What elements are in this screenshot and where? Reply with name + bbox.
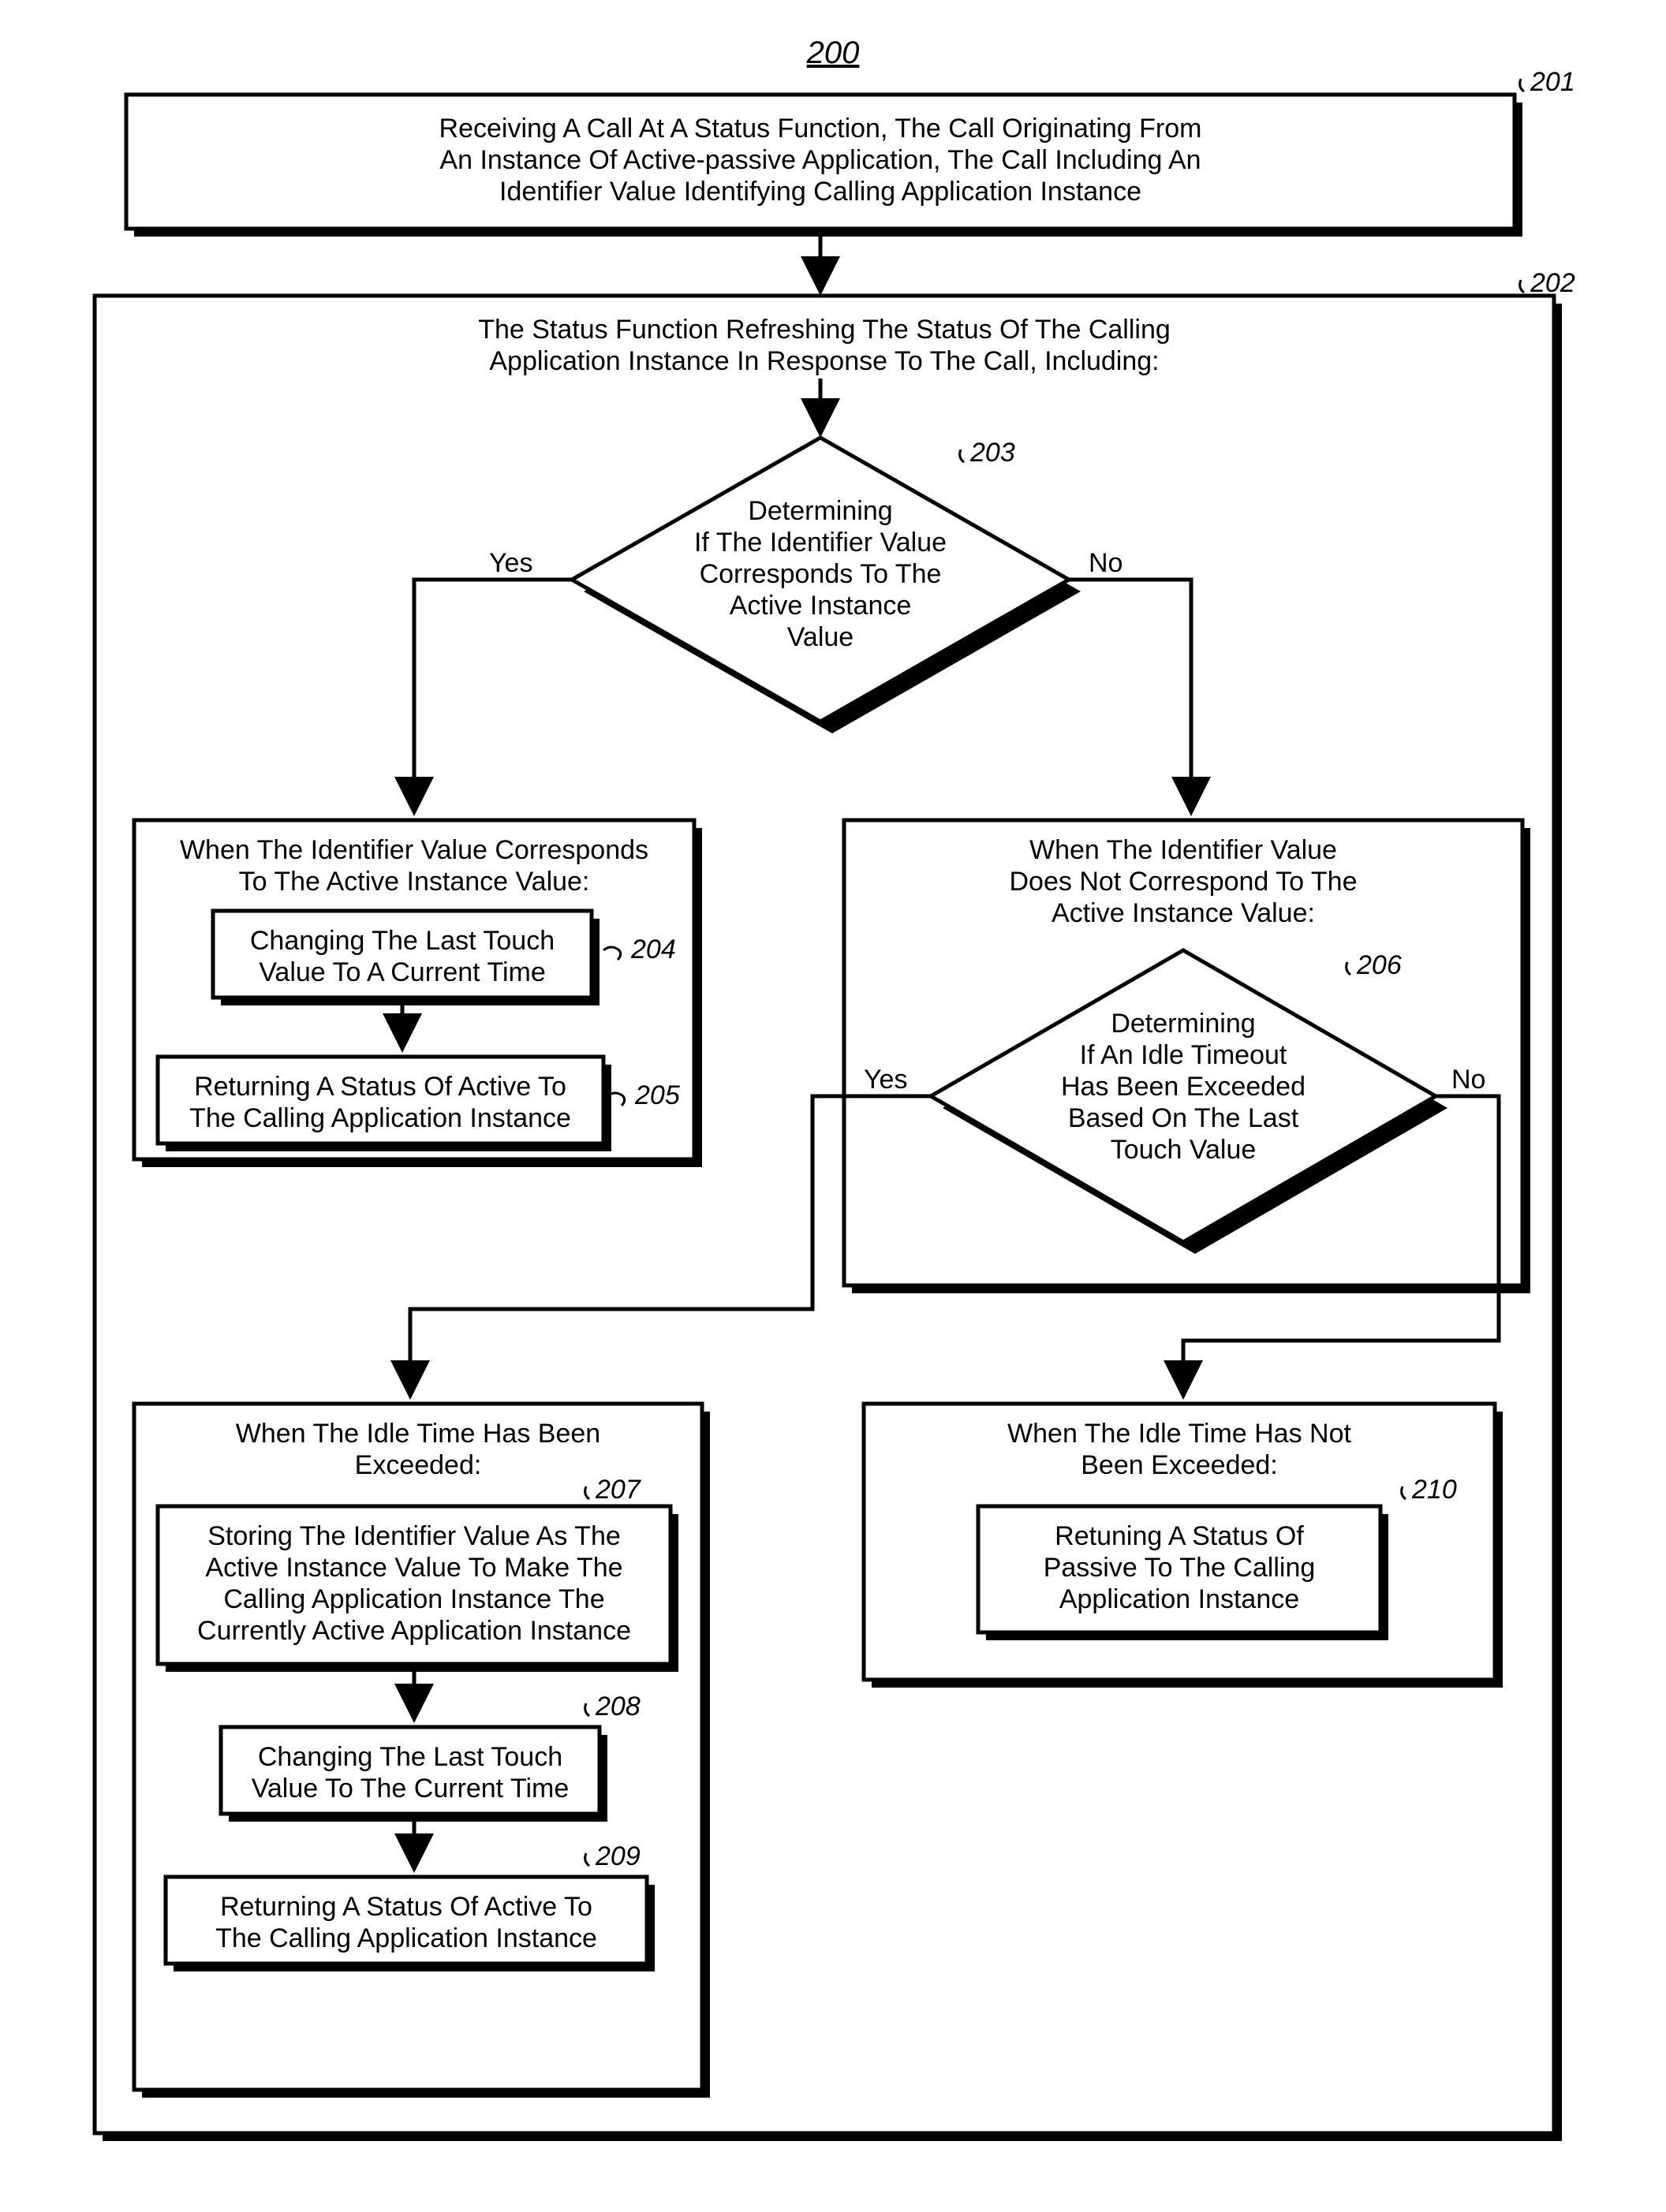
svg-text:Determining: Determining: [1111, 1009, 1255, 1039]
svg-text:Value To A Current Time: Value To A Current Time: [259, 957, 546, 987]
svg-text:The Status Function Refreshing: The Status Function Refreshing The Statu…: [478, 315, 1171, 345]
ref-209: 209: [595, 1841, 641, 1871]
svg-text:If An Idle Timeout: If An Idle Timeout: [1080, 1040, 1287, 1070]
branch-no-203: No: [1089, 548, 1122, 578]
svg-text:Retuning A Status Of: Retuning A Status Of: [1055, 1521, 1304, 1551]
svg-text:Changing The Last Touch: Changing The Last Touch: [258, 1742, 562, 1772]
svg-text:The Calling Application Instan: The Calling Application Instance: [215, 1923, 597, 1953]
svg-text:Calling Application Instance T: Calling Application Instance The: [223, 1584, 604, 1614]
svg-text:When The Idle Time Has Been: When The Idle Time Has Been: [236, 1419, 600, 1449]
svg-text:Changing The Last Touch: Changing The Last Touch: [250, 926, 555, 956]
box-210: Retuning A Status Of Passive To The Call…: [978, 1506, 1388, 1640]
ref-206: 206: [1356, 950, 1402, 980]
svg-text:When The Idle Time Has Not: When The Idle Time Has Not: [1007, 1419, 1351, 1449]
box-209: Returning A Status Of Active To The Call…: [166, 1877, 655, 1971]
svg-text:Returning A Status Of Active T: Returning A Status Of Active To: [194, 1072, 566, 1102]
svg-text:Active Instance Value:: Active Instance Value:: [1052, 898, 1315, 928]
svg-text:Value To The Current Time: Value To The Current Time: [252, 1774, 570, 1804]
svg-text:Does Not Correspond To The: Does Not Correspond To The: [1010, 867, 1358, 897]
branch-yes-206: Yes: [864, 1065, 907, 1095]
svg-text:Identifier Value Identifying C: Identifier Value Identifying Calling App…: [499, 177, 1141, 207]
svg-text:Corresponds To The: Corresponds To The: [700, 559, 942, 589]
branch-no-206: No: [1451, 1065, 1485, 1095]
svg-text:When The Identifier Value Corr: When The Identifier Value Corresponds: [180, 835, 648, 865]
svg-text:Has Been Exceeded: Has Been Exceeded: [1061, 1072, 1306, 1102]
svg-text:Exceeded:: Exceeded:: [355, 1450, 482, 1480]
svg-text:Value: Value: [787, 622, 854, 652]
figure-title: 200: [806, 35, 860, 70]
ref-205: 205: [634, 1080, 680, 1110]
box-208: Changing The Last Touch Value To The Cur…: [221, 1727, 607, 1822]
svg-text:To The Active Instance Value:: To The Active Instance Value:: [239, 867, 590, 897]
svg-text:Been Exceeded:: Been Exceeded:: [1081, 1450, 1278, 1480]
svg-text:Currently Active Application I: Currently Active Application Instance: [197, 1616, 631, 1646]
svg-text:The Calling Application Instan: The Calling Application Instance: [189, 1103, 571, 1133]
ref-210: 210: [1411, 1475, 1457, 1505]
flowchart-svg: 200 Receiving A Call At A Status Functio…: [0, 0, 1666, 2212]
box-204: Changing The Last Touch Value To A Curre…: [213, 911, 600, 1005]
svg-text:Returning A Status Of Active T: Returning A Status Of Active To: [220, 1892, 592, 1922]
svg-text:Active Instance Value To Make: Active Instance Value To Make The: [205, 1553, 622, 1583]
svg-text:Application Instance In Respon: Application Instance In Response To The …: [489, 346, 1159, 376]
svg-text:An Instance Of Active-passive: An Instance Of Active-passive Applicatio…: [439, 145, 1201, 175]
svg-text:Receiving A Call At A Status F: Receiving A Call At A Status Function, T…: [439, 114, 1202, 144]
box-201: Receiving A Call At A Status Function, T…: [126, 95, 1522, 237]
ref-208: 208: [595, 1692, 641, 1721]
svg-text:Determining: Determining: [748, 496, 892, 526]
ref-204: 204: [630, 934, 676, 964]
svg-text:Application Instance: Application Instance: [1059, 1584, 1299, 1614]
svg-text:Based On The Last: Based On The Last: [1068, 1103, 1299, 1133]
ref-203: 203: [969, 438, 1015, 468]
svg-text:When The Identifier Value: When The Identifier Value: [1029, 835, 1337, 865]
ref-202: 202: [1530, 268, 1575, 298]
box-205: Returning A Status Of Active To The Call…: [158, 1057, 611, 1151]
svg-text:Passive To The Calling: Passive To The Calling: [1044, 1553, 1316, 1583]
branch-yes-203: Yes: [489, 548, 532, 578]
box-207: Storing The Identifier Value As The Acti…: [158, 1506, 678, 1672]
svg-text:Touch Value: Touch Value: [1111, 1135, 1257, 1165]
ref-201: 201: [1530, 67, 1575, 97]
svg-text:Storing The Identifier Value A: Storing The Identifier Value As The: [207, 1521, 621, 1551]
svg-text:Active Instance: Active Instance: [730, 591, 912, 621]
ref-207: 207: [595, 1475, 641, 1505]
svg-text:If The Identifier Value: If The Identifier Value: [694, 528, 947, 558]
